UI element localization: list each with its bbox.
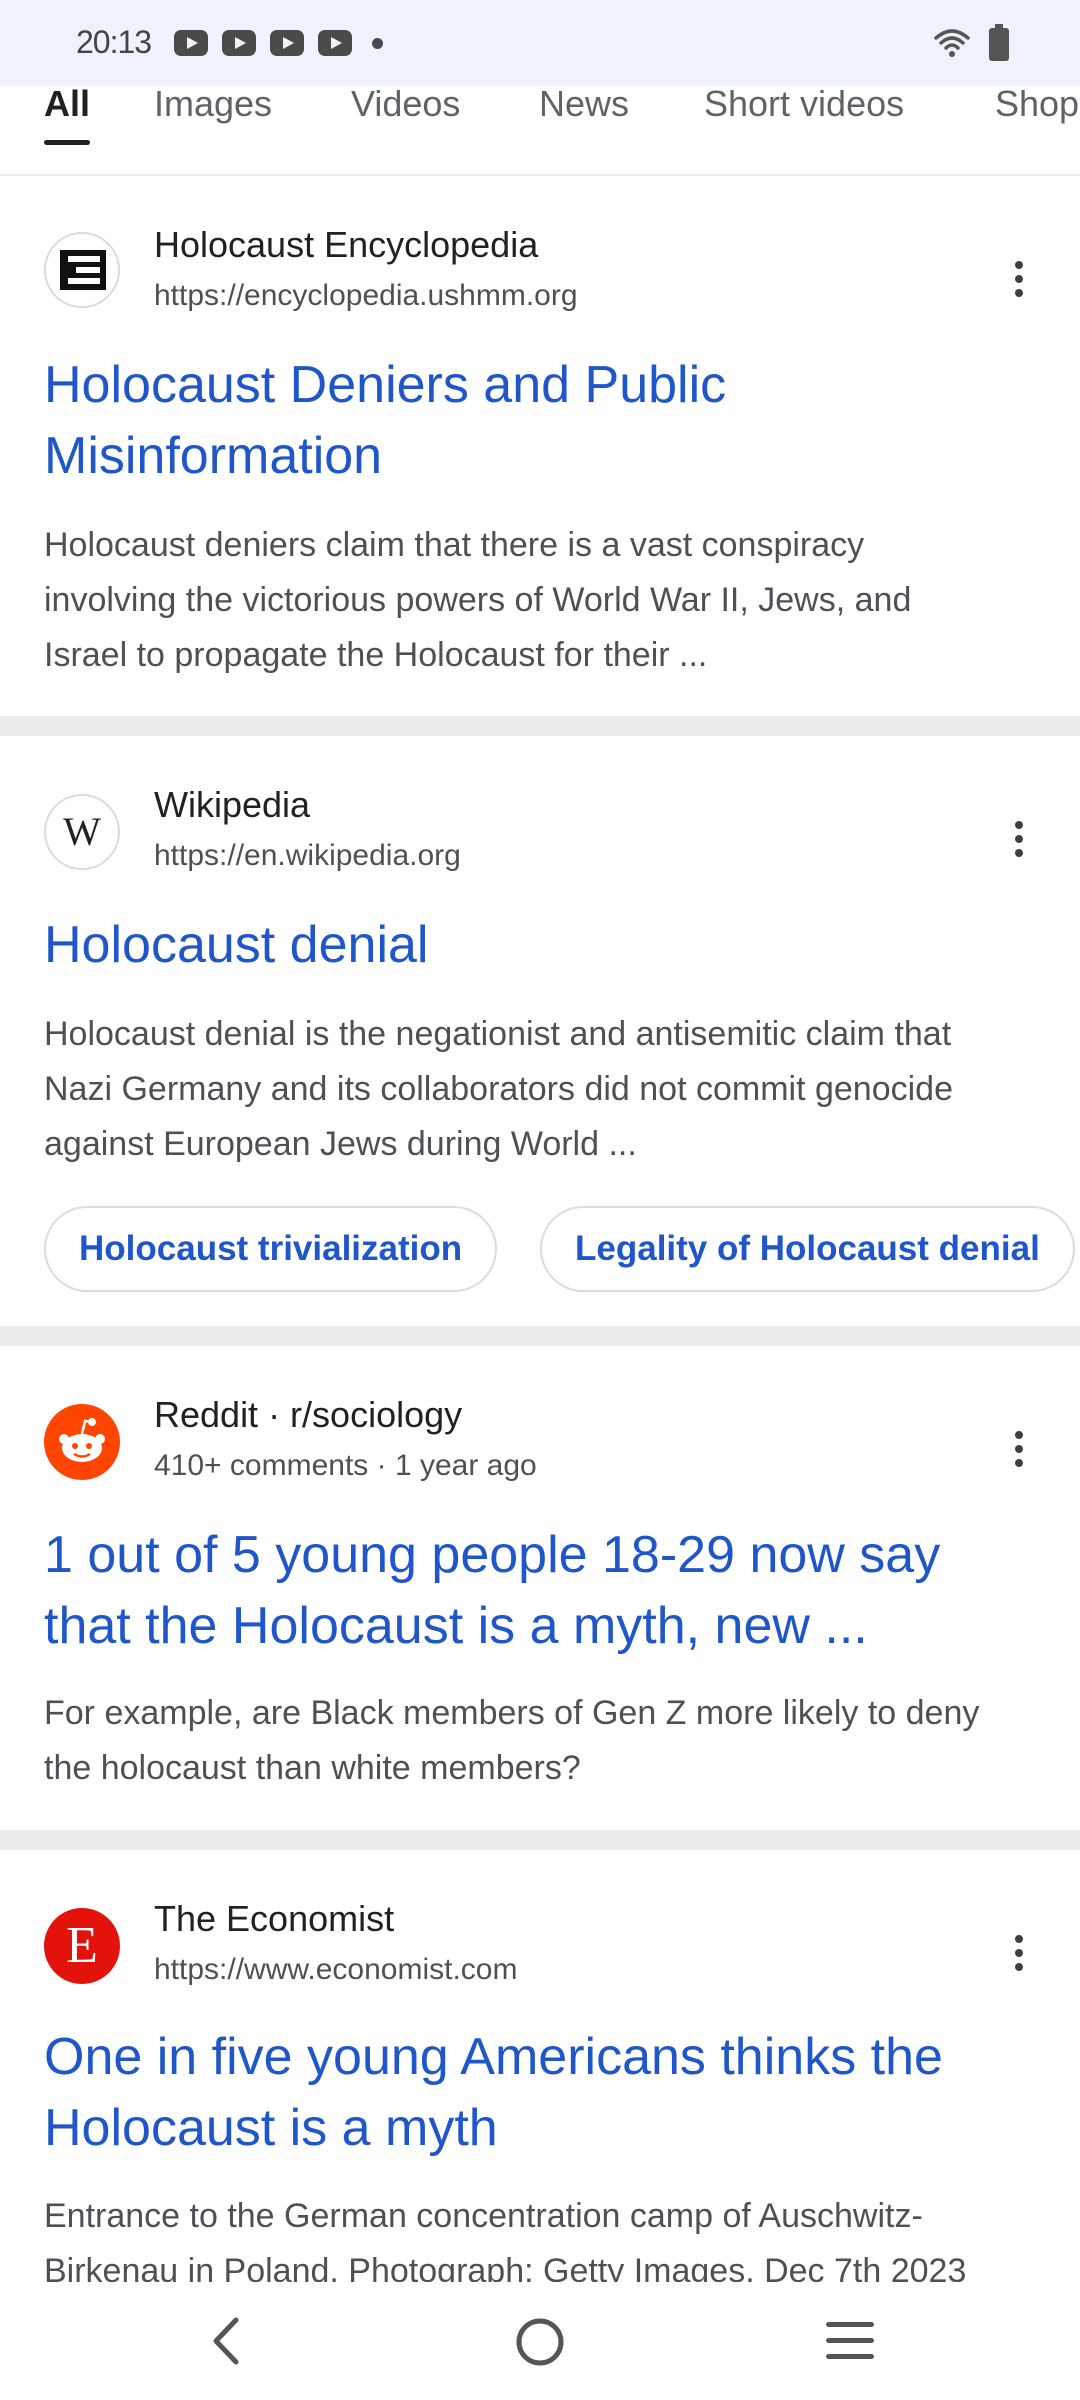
tab-videos[interactable]: Videos — [351, 86, 461, 174]
post-meta: 410+ comments · 1 year ago — [154, 1449, 537, 1482]
tab-label: Videos — [351, 86, 461, 124]
wikipedia-w-icon: W — [63, 809, 101, 854]
search-result: Holocaust Encyclopedia https://encyclope… — [0, 178, 1080, 716]
snippet-line: involving the victorious powers of World… — [44, 581, 912, 619]
result-separator — [0, 716, 1080, 736]
result-separator — [0, 1326, 1080, 1346]
status-bar: 20:13 — [0, 0, 1080, 86]
tab-all[interactable]: All — [44, 86, 91, 174]
result-separator — [0, 1830, 1080, 1850]
result-title-link[interactable]: Holocaust Deniers and Public Misinformat… — [44, 350, 1044, 492]
site-name: Wikipedia — [154, 784, 311, 825]
home-icon[interactable] — [514, 2316, 566, 2368]
economist-favicon: E — [44, 1908, 120, 1984]
tab-label: All — [44, 86, 91, 124]
snippet-line: against European Jews during World ... — [44, 1125, 637, 1163]
result-snippet: For example, are Black members of Gen Z … — [44, 1686, 1044, 1796]
site-name: Reddit · r/sociology — [154, 1394, 463, 1435]
tab-images[interactable]: Images — [154, 86, 273, 174]
status-time: 20:13 — [76, 24, 152, 60]
more-options-icon[interactable] — [1005, 257, 1033, 307]
more-options-icon[interactable] — [1005, 1931, 1033, 1981]
search-result: E The Economist https://www.economist.co… — [0, 1850, 1080, 2282]
wifi-icon — [934, 29, 970, 57]
title-line: Holocaust denial — [44, 916, 429, 974]
tab-label: Short videos — [704, 86, 905, 124]
economist-e-icon: E — [66, 1917, 98, 1974]
youtube-icon — [174, 30, 208, 56]
snippet-line: Holocaust denial is the negationist and … — [44, 1015, 952, 1053]
title-line: One in five young Americans thinks the — [44, 2028, 943, 2086]
recent-apps-icon[interactable] — [824, 2318, 876, 2364]
related-chip-legality[interactable]: Legality of Holocaust denial — [540, 1206, 1075, 1292]
tab-label: Images — [154, 86, 273, 124]
related-chip-trivialization[interactable]: Holocaust trivialization — [44, 1206, 498, 1292]
youtube-icon — [222, 30, 256, 56]
title-line: Holocaust Deniers and Public — [44, 356, 727, 414]
system-nav-bar — [0, 2282, 1080, 2400]
snippet-line: Birkenau in Poland. Photograph: Getty Im… — [44, 2252, 967, 2282]
snippet-line: the holocaust than white members? — [44, 1749, 581, 1787]
youtube-icon — [270, 30, 304, 56]
tab-shop[interactable]: Shop — [995, 86, 1080, 174]
result-title-link[interactable]: 1 out of 5 young people 18-29 now say th… — [44, 1520, 1044, 1662]
more-options-icon[interactable] — [1005, 1427, 1033, 1477]
site-url[interactable]: https://www.economist.com — [154, 1953, 517, 1987]
result-snippet: Holocaust denial is the negationist and … — [44, 1007, 1044, 1172]
site-name: The Economist — [154, 1898, 395, 1939]
battery-icon — [989, 24, 1009, 61]
more-notifications-icon — [372, 37, 383, 49]
holocaust-encyclopedia-favicon — [44, 232, 120, 308]
ushmm-logo-icon — [60, 250, 106, 290]
result-title-link[interactable]: Holocaust denial — [44, 910, 1044, 981]
back-icon[interactable] — [208, 2316, 244, 2366]
snippet-line: Israel to propagate the Holocaust for th… — [44, 636, 708, 674]
title-line: Holocaust is a myth — [44, 2099, 498, 2157]
tab-label: Shop — [995, 86, 1080, 124]
tab-label: News — [539, 86, 630, 124]
site-name: Holocaust Encyclopedia — [154, 224, 539, 265]
tab-short-videos[interactable]: Short videos — [704, 86, 905, 174]
snippet-line: Holocaust deniers claim that there is a … — [44, 526, 865, 564]
youtube-icon — [318, 30, 352, 56]
reddit-favicon — [44, 1404, 120, 1480]
title-line: that the Holocaust is a myth, new ... — [44, 1597, 868, 1655]
snippet-line: Entrance to the German concentration cam… — [44, 2197, 923, 2235]
site-url[interactable]: https://encyclopedia.ushmm.org — [154, 279, 578, 313]
result-snippet: Entrance to the German concentration cam… — [44, 2189, 1044, 2282]
system-icons — [934, 24, 1010, 62]
search-tabs: All Images Videos News Short videos Shop — [0, 86, 1080, 176]
site-url[interactable]: https://en.wikipedia.org — [154, 839, 461, 873]
search-result: W Wikipedia https://en.wikipedia.org Hol… — [0, 736, 1080, 1326]
snippet-line: For example, are Black members of Gen Z … — [44, 1694, 980, 1732]
result-snippet: Holocaust deniers claim that there is a … — [44, 518, 1044, 683]
wikipedia-favicon: W — [44, 794, 120, 870]
snippet-line: Nazi Germany and its collaborators did n… — [44, 1070, 953, 1108]
result-title-link[interactable]: One in five young Americans thinks the H… — [44, 2022, 1044, 2164]
more-options-icon[interactable] — [1005, 817, 1033, 867]
reddit-snoo-icon — [59, 1418, 105, 1462]
title-line: 1 out of 5 young people 18-29 now say — [44, 1526, 941, 1584]
tab-news[interactable]: News — [539, 86, 630, 174]
notification-icons — [174, 30, 383, 56]
title-line: Misinformation — [44, 427, 383, 485]
search-result: Reddit · r/sociology 410+ comments · 1 y… — [0, 1346, 1080, 1830]
